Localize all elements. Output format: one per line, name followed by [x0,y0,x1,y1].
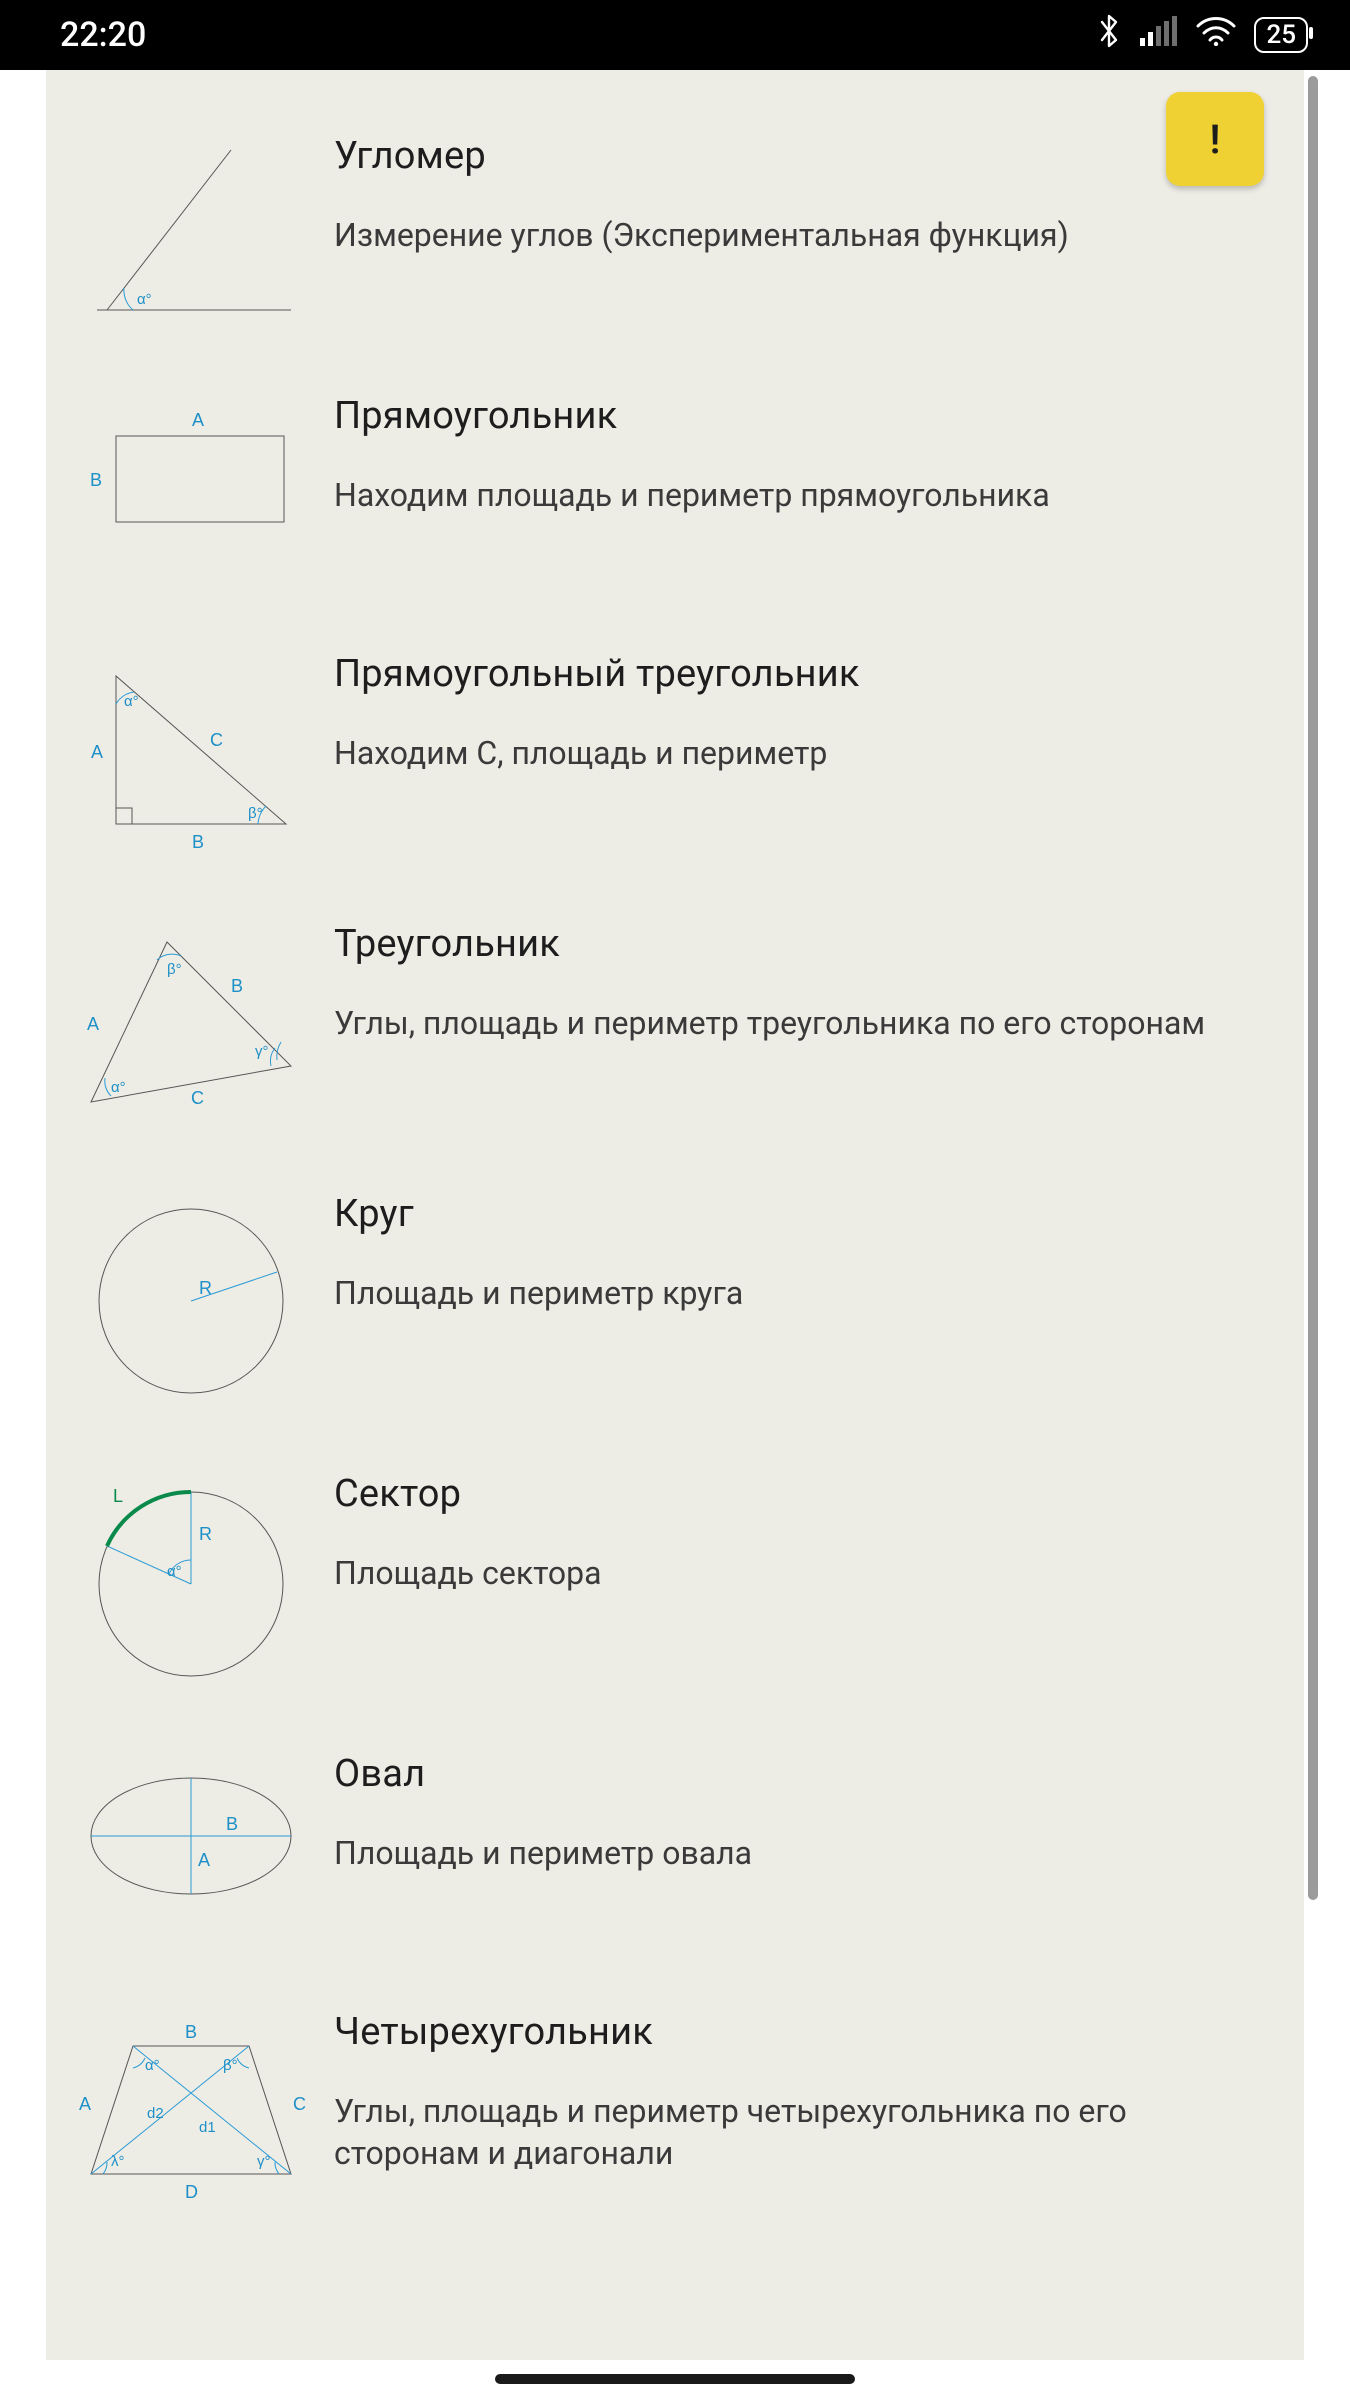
item-desc: Площадь сектора [334,1552,1280,1594]
svg-text:β°: β° [248,805,263,822]
svg-text:α°: α° [137,291,152,308]
list-item-right-triangle[interactable]: α° β° A B C Прямоугольный треугольник На… [54,612,1296,882]
item-desc: Измерение углов (Экспериментальная функц… [334,214,1280,256]
svg-text:d1: d1 [199,2119,216,2136]
right-triangle-icon: α° β° A B C [54,638,328,856]
phone-frame: 22:20 [0,0,1350,2400]
svg-text:B: B [231,976,243,996]
content-area: ! α° Угломер Измерение углов (Эксперимен… [46,70,1304,2360]
triangle-icon: β° γ° α° A B C [54,908,328,1126]
item-title: Овал [334,1752,1280,1796]
svg-text:A: A [91,742,103,762]
quadrilateral-icon: α° β° λ° γ° A B C D d1 d2 [54,1996,328,2214]
svg-text:C: C [210,730,223,750]
svg-text:B: B [192,832,204,852]
svg-text:d2: d2 [147,2105,164,2122]
bluetooth-icon [1096,12,1122,59]
wifi-icon [1196,15,1236,55]
svg-text:A: A [87,1014,99,1034]
svg-text:α°: α° [124,693,139,710]
item-desc: Площадь и периметр овала [334,1832,1280,1874]
protractor-icon: α° [54,120,328,328]
svg-text:α°: α° [145,2057,160,2074]
svg-text:λ°: λ° [111,2153,125,2170]
svg-text:D: D [185,2182,198,2202]
alert-badge[interactable]: ! [1166,92,1264,186]
list-item-ellipse[interactable]: B A Овал Площадь и периметр овала [54,1712,1296,1970]
svg-text:γ°: γ° [257,2153,271,2170]
list-item-protractor[interactable]: α° Угломер Измерение углов (Эксперимента… [54,94,1296,354]
circle-icon: R [54,1178,328,1406]
svg-text:B: B [185,2022,197,2042]
svg-text:L: L [113,1486,123,1506]
ellipse-icon: B A [54,1738,328,1916]
list-item-triangle[interactable]: β° γ° α° A B C Треугольник Углы, площадь… [54,882,1296,1152]
item-title: Прямоугольник [334,394,1280,438]
svg-text:C: C [293,2094,306,2114]
item-desc: Площадь и периметр круга [334,1272,1280,1314]
status-right: 25 [1096,12,1308,59]
rectangle-icon: A B [54,380,328,548]
svg-text:β°: β° [167,961,182,978]
status-bar: 22:20 [0,0,1350,70]
item-title: Прямоугольный треугольник [334,652,1280,696]
item-title: Четырехугольник [334,2010,1280,2054]
shape-list: α° Угломер Измерение углов (Эксперимента… [46,70,1304,2240]
status-time: 22:20 [60,15,146,55]
scrollbar-thumb[interactable] [1308,76,1318,1900]
list-item-quadrilateral[interactable]: α° β° λ° γ° A B C D d1 d2 Четырехугольни… [54,1970,1296,2240]
list-item-sector[interactable]: α° R L Сектор Площадь сектора [54,1432,1296,1712]
signal-icon [1140,15,1178,55]
list-item-rectangle[interactable]: A B Прямоугольник Находим площадь и пери… [54,354,1296,612]
item-title: Круг [334,1192,1280,1236]
battery-icon: 25 [1254,17,1308,53]
svg-text:B: B [226,1814,238,1834]
svg-text:A: A [192,410,204,430]
sector-icon: α° R L [54,1458,328,1686]
svg-text:A: A [198,1850,210,1870]
item-title: Угломер [334,134,1280,178]
svg-text:R: R [199,1524,212,1544]
svg-text:A: A [79,2094,91,2114]
item-title: Треугольник [334,922,1280,966]
alert-badge-label: ! [1210,116,1221,163]
battery-level: 25 [1266,20,1296,50]
item-desc: Углы, площадь и периметр четырехугольник… [334,2090,1280,2174]
svg-text:α°: α° [167,1563,182,1580]
svg-text:α°: α° [111,1079,126,1096]
svg-text:B: B [90,470,102,490]
svg-text:β°: β° [223,2057,238,2074]
item-desc: Находим C, площадь и периметр [334,732,1280,774]
svg-text:R: R [199,1278,212,1298]
home-indicator[interactable] [495,2374,855,2384]
svg-text:γ°: γ° [255,1043,269,1060]
item-title: Сектор [334,1472,1280,1516]
svg-text:C: C [191,1088,204,1108]
item-desc: Находим площадь и периметр прямоугольник… [334,474,1280,516]
item-desc: Углы, площадь и периметр треугольника по… [334,1002,1280,1044]
list-item-circle[interactable]: R Круг Площадь и периметр круга [54,1152,1296,1432]
